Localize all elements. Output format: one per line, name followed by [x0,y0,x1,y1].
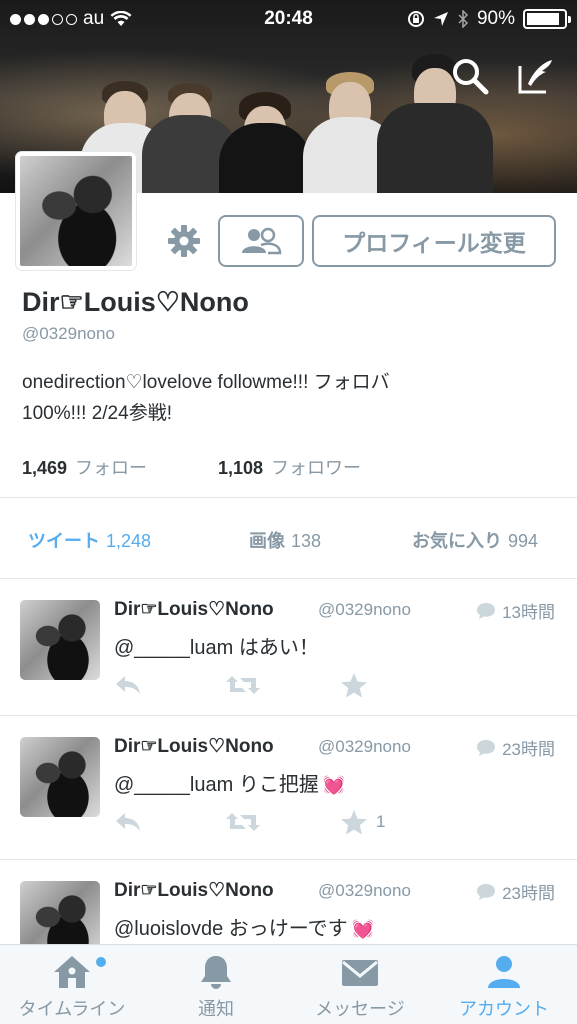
reply-button[interactable] [114,671,142,699]
tab-count: 1,248 [106,531,152,551]
tab-label: ツイート [28,531,100,551]
tabbar-label: メッセージ [315,999,405,1019]
reply-icon [116,813,140,831]
star-icon [341,673,367,698]
favorite-count: 1 [376,812,386,831]
tab-label: お気に入り [412,531,502,551]
tweet-time: 23時間 [476,879,555,904]
gear-icon[interactable] [166,223,202,259]
search-icon[interactable] [450,56,490,96]
conversation-icon [477,739,496,756]
tweet-time: 13時間 [476,598,555,623]
heart-emoji: 💓 [351,919,375,939]
lists-button[interactable] [218,215,304,267]
profile-handle: @0329nono [22,324,115,343]
bio-line: onedirection♡lovelove followme!!! フォロバ [22,372,390,393]
tweet-item[interactable]: Dir☞Louis♡Nono @0329nono 23時間 @_____luam… [0,716,577,860]
tweet-author-handle: @0329nono [318,881,411,900]
retweet-button[interactable] [226,808,260,836]
tweet-author-name: Dir☞Louis♡Nono [114,599,274,620]
retweet-icon [226,676,260,694]
tweet-text-body: @luoislovde おっけーです [114,918,348,940]
tabbar-item-timeline[interactable]: タイムライン [0,945,144,1024]
tabbar-item-messages[interactable]: メッセージ [288,945,432,1024]
envelope-icon [342,960,378,986]
bluetooth-icon [458,10,469,28]
favorite-button[interactable]: 1 [340,808,385,836]
conversation-icon [477,602,496,619]
star-icon [341,810,367,835]
home-icon [54,956,90,988]
tweet-item[interactable]: Dir☞Louis♡Nono @0329nono 13時間 @_____luam… [0,579,577,723]
compose-tweet-icon[interactable] [516,56,556,96]
conversation-icon [477,883,496,900]
edit-profile-button[interactable]: プロフィール変更 [312,215,556,267]
followers-stat[interactable]: 1,108 フォロワー [218,454,361,480]
status-bar: au 20:48 90% [0,0,577,38]
tabbar-item-notifications[interactable]: 通知 [144,945,288,1024]
tweet-avatar[interactable] [20,737,100,817]
notification-dot [96,957,106,967]
banner-person [375,28,495,193]
tab-count: 994 [508,531,539,551]
profile-tabs: ツイート 1,248 画像 138 お気に入り 994 [0,498,577,578]
people-icon [242,227,282,255]
location-arrow-icon [433,12,448,26]
tweet-author-name: Dir☞Louis♡Nono [114,880,274,901]
battery-icon [523,9,571,29]
following-count: 1,469 [22,458,68,478]
profile-bio: onedirection♡lovelove followme!!! フォロバ 1… [22,367,542,429]
rotation-lock-icon [407,11,424,27]
bell-icon [201,956,231,989]
tab-count: 138 [291,531,322,551]
battery-percent: 90% [476,8,515,29]
tabbar-label: 通知 [198,999,234,1019]
following-label: フォロー [75,458,148,478]
tab-favorites[interactable]: お気に入り 994 [412,527,538,553]
tweet-author-handle: @0329nono [318,600,411,619]
person-icon [488,956,520,988]
tweet-timestamp: 13時間 [502,603,555,622]
heart-emoji: 💓 [322,775,346,795]
tweet-timestamp: 23時間 [502,740,555,759]
tweet-author-name: Dir☞Louis♡Nono [114,736,274,757]
retweet-icon [226,813,260,831]
tweet-timestamp: 23時間 [502,884,555,903]
tweet-text: @luoislovde おっけーです 💓 [114,912,374,941]
tweet-time: 23時間 [476,735,555,760]
retweet-button[interactable] [226,671,260,699]
tabbar-item-account[interactable]: アカウント [432,945,576,1024]
tab-label: 画像 [249,531,285,551]
tab-images[interactable]: 画像 138 [249,527,321,553]
bio-line: 100%!!! 2/24参戦! [22,403,172,424]
followers-count: 1,108 [218,458,264,478]
tabbar-label: アカウント [459,999,549,1019]
reply-button[interactable] [114,808,142,836]
tweet-author-handle: @0329nono [318,737,411,756]
bottom-tab-bar: タイムライン 通知 メッセージ アカウント [0,944,577,1024]
following-stat[interactable]: 1,469 フォロー [22,454,147,480]
profile-name: Dir☞Louis♡Nono [22,287,249,317]
tweet-text: @_____luam りこ把握 💓 [114,768,345,797]
tweet-text-body: @_____luam りこ把握 [114,774,319,796]
tab-tweets[interactable]: ツイート 1,248 [28,527,151,553]
profile-avatar[interactable] [16,152,136,270]
reply-icon [116,676,140,694]
tweet-text: @_____luam はあい！ [114,637,319,659]
favorite-button[interactable] [340,671,376,699]
tweet-avatar[interactable] [20,600,100,680]
tabbar-label: タイムライン [18,999,126,1019]
followers-label: フォロワー [271,458,362,478]
